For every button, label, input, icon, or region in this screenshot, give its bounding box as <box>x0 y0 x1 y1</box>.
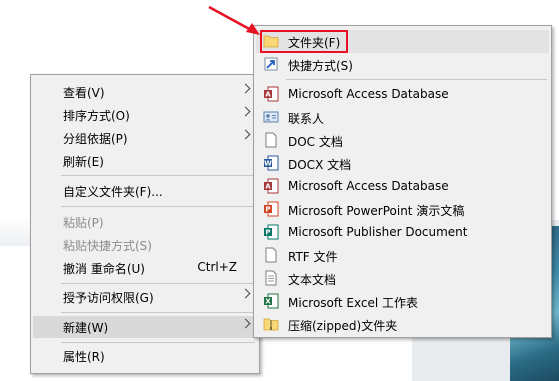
new-rtf-item[interactable]: RTF 文件 <box>256 244 549 267</box>
shortcut-icon <box>264 57 278 71</box>
menu-item-label: 粘贴(P) <box>63 216 104 230</box>
new-submenu: 文件夹(F) 快捷方式(S) A Microsoft Access Databa… <box>253 25 552 338</box>
submenu-item-label: Microsoft Excel 工作表 <box>288 296 419 310</box>
new-powerpoint-item[interactable]: P Microsoft PowerPoint 演示文稿 <box>256 198 549 221</box>
new-excel-item[interactable]: X Microsoft Excel 工作表 <box>256 290 549 313</box>
new-shortcut-item[interactable]: 快捷方式(S) <box>256 53 549 76</box>
menu-item-label: 撤消 重命名(U) <box>63 262 145 276</box>
submenu-item-label: Microsoft Access Database <box>288 87 449 101</box>
svg-text:P: P <box>265 229 270 237</box>
rtf-icon <box>265 247 277 263</box>
menu-item-label: 查看(V) <box>63 86 105 100</box>
submenu-item-label: 联系人 <box>288 112 325 126</box>
menu-separator <box>61 342 255 343</box>
access-icon: A <box>264 178 279 194</box>
access-icon: A <box>264 86 279 102</box>
new-text-document-item[interactable]: 文本文档 <box>256 267 549 290</box>
new-access-database-item[interactable]: A Microsoft Access Database <box>256 83 549 106</box>
menu-item-label: 自定义文件夹(F)... <box>63 185 163 199</box>
context-menu: 查看(V) 排序方式(O) 分组依据(P) 刷新(E) 自定义文件夹(F)...… <box>30 74 260 374</box>
menu-item-label: 新建(W) <box>63 321 109 335</box>
menu-item-group-by[interactable]: 分组依据(P) <box>33 127 257 149</box>
menu-item-properties[interactable]: 属性(R) <box>33 345 257 367</box>
text-document-icon <box>265 270 277 286</box>
submenu-item-label: 文本文档 <box>288 273 337 287</box>
new-zip-folder-item[interactable]: 压缩(zipped)文件夹 <box>256 313 549 336</box>
new-contact-item[interactable]: 联系人 <box>256 106 549 129</box>
powerpoint-icon: P <box>264 201 279 217</box>
new-publisher-item[interactable]: P Microsoft Publisher Document <box>256 221 549 244</box>
new-docx-item[interactable]: W DOCX 文档 <box>256 152 549 175</box>
menu-item-customize-folder[interactable]: 自定义文件夹(F)... <box>33 180 257 202</box>
chevron-right-icon <box>240 288 251 299</box>
publisher-icon: P <box>264 224 279 240</box>
menu-item-paste-shortcut[interactable]: 粘贴快捷方式(S) <box>33 234 257 256</box>
submenu-item-label: DOC 文档 <box>288 135 343 149</box>
menu-item-refresh[interactable]: 刷新(E) <box>33 150 257 172</box>
submenu-item-label: RTF 文件 <box>288 250 338 264</box>
menu-item-give-access[interactable]: 授予访问权限(G) <box>33 286 257 308</box>
chevron-right-icon <box>240 318 251 329</box>
menu-item-label: 属性(R) <box>63 350 105 364</box>
svg-text:P: P <box>265 206 270 214</box>
menu-separator <box>61 206 255 207</box>
menu-separator <box>61 175 255 176</box>
submenu-item-label: Microsoft PowerPoint 演示文稿 <box>288 204 465 218</box>
submenu-item-label: Microsoft Access Database <box>288 179 449 193</box>
contact-icon <box>263 111 279 123</box>
menu-item-sort-by[interactable]: 排序方式(O) <box>33 104 257 126</box>
highlight-box <box>260 30 348 53</box>
menu-item-label: 分组依据(P) <box>63 132 128 146</box>
submenu-item-label: 快捷方式(S) <box>288 59 353 73</box>
submenu-item-label: Microsoft Publisher Document <box>288 225 468 239</box>
svg-text:W: W <box>264 160 272 168</box>
menu-item-shortcut: Ctrl+Z <box>197 260 237 274</box>
doc-icon <box>265 132 277 148</box>
menu-item-label: 授予访问权限(G) <box>63 291 154 305</box>
menu-separator <box>61 312 255 313</box>
new-doc-item[interactable]: DOC 文档 <box>256 129 549 152</box>
chevron-right-icon <box>240 83 251 94</box>
chevron-right-icon <box>240 106 251 117</box>
red-arrow-icon <box>208 5 260 35</box>
svg-text:A: A <box>265 183 271 191</box>
submenu-item-label: DOCX 文档 <box>288 158 352 172</box>
zip-folder-icon <box>263 318 279 331</box>
menu-item-paste[interactable]: 粘贴(P) <box>33 211 257 233</box>
menu-item-view[interactable]: 查看(V) <box>33 81 257 103</box>
menu-item-label: 刷新(E) <box>63 155 104 169</box>
svg-text:A: A <box>265 91 271 99</box>
submenu-item-label: 压缩(zipped)文件夹 <box>288 319 398 333</box>
menu-item-new[interactable]: 新建(W) <box>33 316 257 338</box>
menu-separator <box>286 79 547 80</box>
new-access-database-item-2[interactable]: A Microsoft Access Database <box>256 175 549 198</box>
svg-text:X: X <box>265 298 271 306</box>
chevron-right-icon <box>240 129 251 140</box>
menu-item-label: 排序方式(O) <box>63 109 130 123</box>
menu-item-undo-rename[interactable]: 撤消 重命名(U) Ctrl+Z <box>33 257 257 279</box>
word-icon: W <box>264 155 279 171</box>
menu-item-label: 粘贴快捷方式(S) <box>63 239 152 253</box>
excel-icon: X <box>264 293 279 309</box>
menu-separator <box>61 283 255 284</box>
